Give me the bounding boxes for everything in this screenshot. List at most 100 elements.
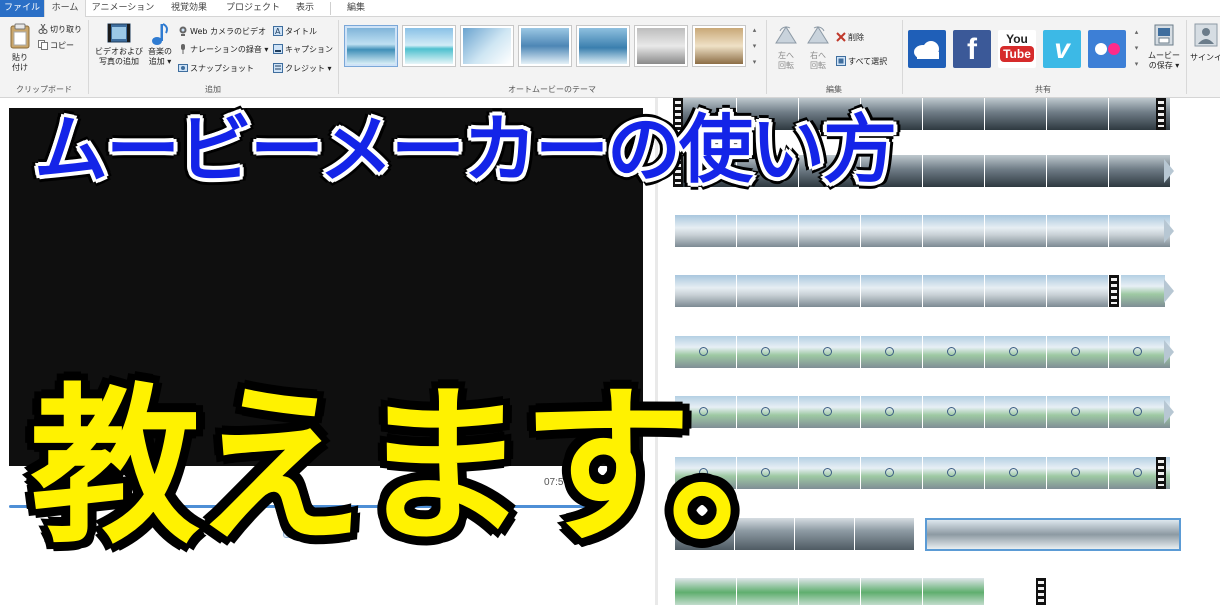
clip-thumbnail[interactable] xyxy=(985,98,1047,130)
clip-thumbnail[interactable] xyxy=(861,396,923,428)
storyboard-clip-row[interactable] xyxy=(675,275,1174,307)
share-scroll-up-icon[interactable]: ▴ xyxy=(1132,27,1141,38)
clip-thumbnail[interactable] xyxy=(923,457,985,489)
clip-thumbnail[interactable] xyxy=(985,215,1047,247)
clip-thumbnail[interactable] xyxy=(1109,215,1171,247)
tab-home[interactable]: ホーム xyxy=(44,0,86,18)
title-button[interactable]: A タイトル xyxy=(273,25,317,39)
clip-thumbnail[interactable] xyxy=(861,457,923,489)
add-music-button[interactable]: 音楽の 追加 ▾ xyxy=(145,22,175,80)
rotate-left-button[interactable]: 左へ 回転 xyxy=(772,23,800,81)
snapshot-button[interactable]: スナップショット xyxy=(178,62,254,76)
clip-thumbnail[interactable] xyxy=(737,215,799,247)
clip-thumbnail[interactable] xyxy=(985,396,1047,428)
storyboard-clip-row[interactable] xyxy=(675,578,1046,605)
rotate-right-button[interactable]: 右へ 回転 xyxy=(804,23,832,81)
group-label-edit: 編集 xyxy=(826,85,842,94)
clip-thumbnail[interactable] xyxy=(985,336,1047,368)
webcam-video-button[interactable]: Web カメラのビデオ xyxy=(178,25,266,39)
add-music-label: 音楽の 追加 ▾ xyxy=(148,47,172,66)
youtube-share-button[interactable]: You Tube xyxy=(998,30,1036,68)
storyboard-clip-row[interactable] xyxy=(675,215,1174,247)
thumbnail-image xyxy=(985,98,1046,130)
clip-thumbnail[interactable] xyxy=(1109,336,1171,368)
onedrive-share-button[interactable] xyxy=(908,30,946,68)
clip-thumbnail[interactable] xyxy=(985,457,1047,489)
facebook-share-button[interactable]: f xyxy=(953,30,991,68)
clip-thumbnail[interactable] xyxy=(675,578,737,605)
clip-thumbnail[interactable] xyxy=(855,518,915,550)
theme-default[interactable] xyxy=(344,25,398,67)
select-all-button[interactable]: すべて選択 xyxy=(836,55,887,69)
share-more-icon[interactable]: ▾ xyxy=(1132,59,1141,70)
save-movie-icon xyxy=(1154,24,1174,46)
clip-thumbnail[interactable] xyxy=(1047,155,1109,187)
clip-thumbnail[interactable] xyxy=(737,336,799,368)
vimeo-share-button[interactable]: v xyxy=(1043,30,1081,68)
theme-cinematic[interactable] xyxy=(460,25,514,67)
copy-button[interactable]: コピー xyxy=(38,39,74,53)
clip-thumbnail[interactable] xyxy=(1109,396,1171,428)
tab-view[interactable]: 表示 xyxy=(288,0,322,17)
thumbnail-image xyxy=(923,215,984,247)
tab-file[interactable]: ファイル xyxy=(0,0,44,17)
clip-thumbnail[interactable] xyxy=(923,578,985,605)
clip-thumbnail[interactable] xyxy=(923,275,985,307)
group-divider xyxy=(902,20,903,94)
clip-thumbnail[interactable] xyxy=(737,275,799,307)
credits-button[interactable]: クレジット ▾ xyxy=(273,62,332,76)
clip-thumbnail[interactable] xyxy=(923,215,985,247)
clip-thumbnail[interactable] xyxy=(675,275,737,307)
theme-contemporary[interactable] xyxy=(402,25,456,67)
delete-button[interactable]: 削除 xyxy=(836,31,864,45)
cut-button[interactable]: 切り取り xyxy=(38,23,82,37)
clip-thumbnail[interactable] xyxy=(1047,457,1109,489)
clip-thumbnail[interactable] xyxy=(923,155,985,187)
theme-sepia[interactable] xyxy=(692,25,746,67)
clip-thumbnail[interactable] xyxy=(1047,275,1109,307)
selected-clip[interactable] xyxy=(925,518,1181,551)
tab-animations[interactable]: アニメーション xyxy=(88,0,158,17)
clip-thumbnail[interactable] xyxy=(1121,275,1166,307)
clip-thumbnail[interactable] xyxy=(985,155,1047,187)
theme-fade[interactable] xyxy=(518,25,572,67)
clip-thumbnail[interactable] xyxy=(799,275,861,307)
theme-more-icon[interactable]: ▾ xyxy=(750,57,759,68)
save-movie-button[interactable]: ムービー の保存 ▾ xyxy=(1144,23,1184,81)
flickr-share-button[interactable] xyxy=(1088,30,1126,68)
clip-thumbnail[interactable] xyxy=(923,98,985,130)
clip-thumbnail[interactable] xyxy=(1109,155,1171,187)
theme-scroll-down-icon[interactable]: ▾ xyxy=(750,41,759,52)
theme-scroll-up-icon[interactable]: ▴ xyxy=(750,25,759,36)
clip-thumbnail[interactable] xyxy=(861,578,923,605)
clip-thumbnail[interactable] xyxy=(1047,215,1109,247)
theme-black-white[interactable] xyxy=(634,25,688,67)
caption-button[interactable]: キャプション xyxy=(273,43,333,57)
clip-thumbnail[interactable] xyxy=(1047,396,1109,428)
sign-in-label: サインイ xyxy=(1190,53,1220,62)
clip-thumbnail[interactable] xyxy=(861,215,923,247)
clip-thumbnail[interactable] xyxy=(799,336,861,368)
clip-thumbnail[interactable] xyxy=(861,336,923,368)
clip-thumbnail[interactable] xyxy=(799,578,861,605)
sign-in-button[interactable]: サインイ xyxy=(1190,23,1220,81)
paste-button[interactable]: 貼り 付け xyxy=(6,23,34,79)
clip-thumbnail[interactable] xyxy=(861,275,923,307)
clip-thumbnail[interactable] xyxy=(923,336,985,368)
clip-thumbnail[interactable] xyxy=(923,396,985,428)
record-narration-button[interactable]: ナレーションの録音 ▾ xyxy=(178,43,268,57)
tab-visual-effects[interactable]: 視覚効果 xyxy=(160,0,218,17)
clip-thumbnail[interactable] xyxy=(799,215,861,247)
add-videos-photos-button[interactable]: ビデオおよび 写真の追加 xyxy=(94,22,144,80)
tab-project[interactable]: プロジェクト xyxy=(220,0,286,17)
clip-thumbnail[interactable] xyxy=(737,578,799,605)
share-scroll-down-icon[interactable]: ▾ xyxy=(1132,43,1141,54)
clip-thumbnail[interactable] xyxy=(1047,336,1109,368)
tab-edit[interactable]: 編集 xyxy=(336,0,376,17)
clip-thumbnail[interactable] xyxy=(1047,98,1109,130)
clip-thumbnail[interactable] xyxy=(675,336,737,368)
clip-thumbnail[interactable] xyxy=(675,215,737,247)
theme-pan-zoom[interactable] xyxy=(576,25,630,67)
storyboard-clip-row[interactable] xyxy=(675,336,1174,368)
clip-thumbnail[interactable] xyxy=(985,275,1047,307)
